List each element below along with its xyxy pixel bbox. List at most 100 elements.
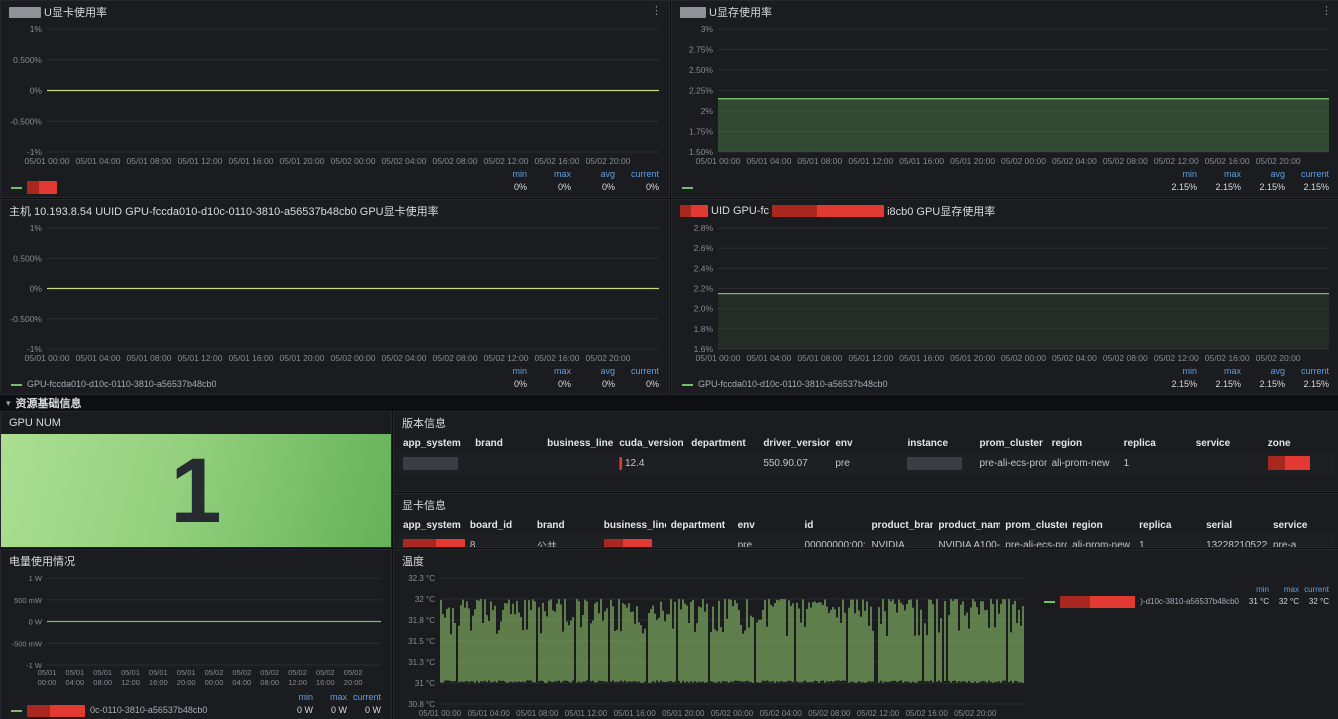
column-header[interactable]: app_system (398, 434, 470, 453)
legend-series-label[interactable]: )-d10c-3810-a56537b48cb0 (1044, 596, 1239, 608)
legend-stat-header[interactable]: current (1285, 168, 1329, 181)
x-axis-label: 05/02 (316, 668, 335, 677)
x-axis-label: 05/02 04:00 (1052, 353, 1097, 363)
x-axis-label: 05/02 12:00 (1154, 156, 1199, 166)
legend-series-label[interactable] (11, 181, 483, 194)
chart-canvas[interactable]: 1%0.500%0%-0.500%-1%05/01 00:0005/01 04:… (1, 222, 669, 365)
text-fragment: GPU-fccda010-d10c-0110-3810-a56537b48cb0 (698, 378, 887, 391)
legend-stat-header[interactable]: avg (571, 168, 615, 181)
column-header[interactable]: department (686, 434, 758, 453)
legend-stat-header[interactable]: current (1299, 584, 1329, 596)
column-header[interactable]: prom_cluster (1000, 516, 1067, 535)
power-usage-chart[interactable]: 1 W500 mW0 W-500 mW-1 W05/0100:0005/0104… (1, 572, 391, 691)
mem-usage-chart[interactable]: 3%2.75%2.50%2.25%2%1.75%1.50%05/01 00:00… (672, 23, 1338, 168)
chart-canvas[interactable]: 32.3 °C32 °C31.8 °C31.5 °C31.3 °C31 °C30… (394, 572, 1034, 719)
gpu-num-stat[interactable]: 1 (1, 434, 391, 547)
column-header[interactable]: business_line (599, 516, 666, 535)
legend-stat-header[interactable]: min (483, 365, 527, 378)
legend-stat-header[interactable]: avg (1241, 365, 1285, 378)
panel-title[interactable]: 显卡信息 (402, 497, 446, 513)
panel-temperature: 温度 32.3 °C32 °C31.8 °C31.5 °C31.3 °C31 °… (393, 549, 1338, 719)
legend-series-label[interactable] (682, 187, 1153, 189)
y-axis-label: 30.8 °C (408, 700, 435, 709)
panel-menu-icon[interactable]: ⋮ (1321, 4, 1332, 17)
chart-canvas[interactable]: 1 W500 mW0 W-500 mW-1 W05/0100:0005/0104… (1, 572, 391, 691)
panel-title[interactable]: 版本信息 (402, 415, 446, 431)
legend-stat-header[interactable]: min (1239, 584, 1269, 596)
column-header[interactable]: id (800, 516, 867, 535)
panel-title[interactable]: U显存使用率 (680, 4, 772, 20)
legend-stat-header[interactable]: max (527, 168, 571, 181)
legend-stat-header[interactable]: max (527, 365, 571, 378)
host-gpu-usage-chart[interactable]: 1%0.500%0%-0.500%-1%05/01 00:0005/01 04:… (1, 222, 669, 365)
panel-header: U显存使用率 ⋮ (672, 1, 1338, 23)
legend-stat-header[interactable]: current (615, 365, 659, 378)
legend-stat-header[interactable]: max (1197, 168, 1241, 181)
column-header[interactable]: product_brand (866, 516, 933, 535)
column-header[interactable]: brand (470, 434, 542, 453)
legend-stat-header[interactable]: min (279, 691, 313, 704)
x-axis-label: 16:00 (149, 678, 168, 687)
column-header[interactable]: business_line (542, 434, 614, 453)
y-axis-label: 2.8% (694, 223, 714, 233)
panel-title[interactable]: 温度 (402, 553, 424, 569)
column-header[interactable]: replica (1119, 434, 1191, 453)
panel-menu-icon[interactable]: ⋮ (651, 4, 662, 17)
host-mem-usage-chart[interactable]: 2.8%2.6%2.4%2.2%2.0%1.8%1.6%05/01 00:000… (672, 222, 1338, 365)
legend-stat-header[interactable]: current (347, 691, 381, 704)
column-header[interactable]: zone (1263, 434, 1335, 453)
legend-stat-header[interactable]: min (1153, 365, 1197, 378)
column-header[interactable]: brand (532, 516, 599, 535)
x-axis-label: 05/01 (121, 668, 140, 677)
legend-stat-header[interactable]: min (1153, 168, 1197, 181)
panel-title[interactable]: U显卡使用率 (9, 4, 107, 20)
column-header[interactable]: app_system (398, 516, 465, 535)
chart-canvas[interactable]: 3%2.75%2.50%2.25%2%1.75%1.50%05/01 00:00… (672, 23, 1338, 168)
column-header[interactable]: env (830, 434, 902, 453)
legend-stat-header[interactable]: min (483, 168, 527, 181)
column-header[interactable]: cuda_version ↑ (614, 434, 686, 453)
legend-stat-header[interactable]: avg (571, 365, 615, 378)
panel-title[interactable]: GPU NUM (9, 417, 61, 429)
dashboard-row-header[interactable]: ▾ 资源基础信息 (6, 395, 82, 411)
gpu-usage-chart[interactable]: 1%0.500%0%-0.500%-1%05/01 00:0005/01 04:… (1, 23, 669, 168)
column-header[interactable]: board_id (465, 516, 532, 535)
legend-series-label[interactable]: GPU-fccda010-d10c-0110-3810-a56537b48cb0 (11, 378, 483, 391)
chart-canvas[interactable]: 1%0.500%0%-0.500%-1%05/01 00:0005/01 04:… (1, 23, 669, 168)
legend-stat-headers: minmaxcurrent (1044, 584, 1329, 596)
legend-stat-values: 0%0%0%0% (483, 378, 659, 391)
temperature-chart[interactable]: 32.3 °C32 °C31.8 °C31.5 °C31.3 °C31 °C30… (394, 572, 1034, 719)
column-header[interactable]: department (666, 516, 733, 535)
column-header[interactable]: serial (1201, 516, 1268, 535)
legend-series-label[interactable]: 0c-0110-3810-a56537b48cb0 (11, 704, 279, 717)
x-axis-label: 05/01 (38, 668, 57, 677)
legend-stat-header[interactable]: avg (1241, 168, 1285, 181)
column-header[interactable]: service (1268, 516, 1335, 535)
panel-title[interactable]: 电量使用情况 (9, 553, 75, 569)
column-header[interactable]: region (1067, 516, 1134, 535)
column-header[interactable]: product_name (933, 516, 1000, 535)
column-header[interactable]: service (1191, 434, 1263, 453)
grafana-dashboard: U显卡使用率 ⋮ 1%0.500%0%-0.500%-1%05/01 00:00… (0, 0, 1338, 719)
panel-title[interactable]: 主机 10.193.8.54 UUID GPU-fccda010-d10c-01… (9, 203, 439, 219)
table-row[interactable]: 8公共pre00000000:00:08.0NVIDIANVIDIA A100-… (398, 535, 1335, 547)
table-row[interactable]: 12.4550.90.07prepre-ali-ecs-promali-prom… (398, 453, 1335, 473)
series-color-dash (11, 710, 22, 712)
legend-stat-header[interactable]: current (1285, 365, 1329, 378)
x-axis-label: 05/01 00:00 (25, 353, 70, 363)
legend-series-label[interactable]: GPU-fccda010-d10c-0110-3810-a56537b48cb0 (682, 378, 1153, 391)
column-header[interactable]: prom_cluster (975, 434, 1047, 453)
legend-stat-header[interactable]: max (1269, 584, 1299, 596)
column-header[interactable]: instance (902, 434, 974, 453)
legend-stat-header[interactable]: current (615, 168, 659, 181)
legend-stat-header[interactable]: max (313, 691, 347, 704)
column-header[interactable]: driver_version (758, 434, 830, 453)
legend-stat-headers: minmaxavgcurrent (11, 365, 659, 378)
panel-title[interactable]: UID GPU-fci8cb0 GPU显存使用率 (680, 203, 995, 219)
column-header[interactable]: env (733, 516, 800, 535)
chart-canvas[interactable]: 2.8%2.6%2.4%2.2%2.0%1.8%1.6%05/01 00:000… (672, 222, 1338, 365)
legend-stat-header[interactable]: max (1197, 365, 1241, 378)
column-header[interactable]: region (1047, 434, 1119, 453)
column-header[interactable]: replica (1134, 516, 1201, 535)
x-axis-label: 05/02 20:00 (1256, 156, 1301, 166)
